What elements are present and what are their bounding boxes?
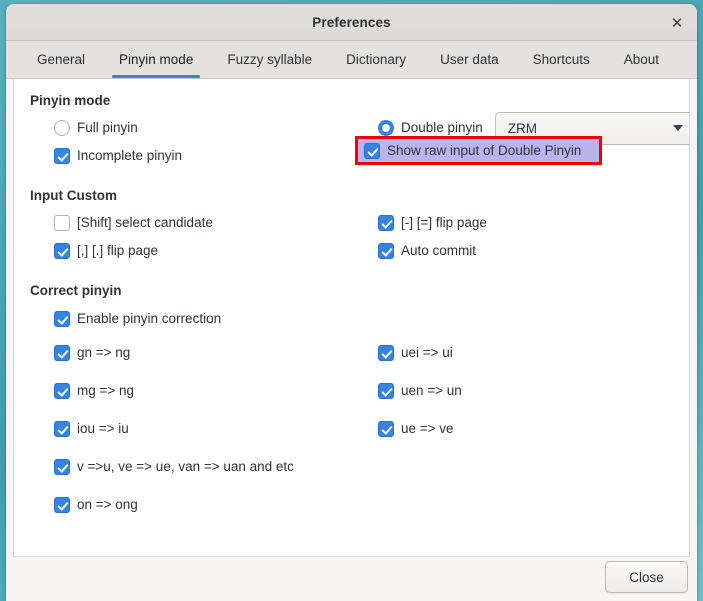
dialog-footer: Close — [6, 557, 697, 601]
tab-user-data[interactable]: User data — [423, 41, 516, 78]
label-minus-equals-flip-page: [-] [=] flip page — [401, 215, 487, 231]
row-auto-commit: Auto commit — [378, 237, 673, 265]
row-gn-ng: gn => ng — [30, 334, 378, 372]
checkbox-minus-equals-flip-page[interactable] — [378, 215, 394, 231]
label-mg-to-ng: mg => ng — [77, 383, 135, 399]
window-title: Preferences — [312, 14, 391, 30]
option-incomplete-pinyin[interactable]: Incomplete pinyin — [54, 148, 182, 164]
label-incomplete-pinyin: Incomplete pinyin — [77, 148, 183, 164]
row-comma-period-flip-page: [,] [.] flip page — [30, 237, 378, 265]
option-minus-equals-flip-page[interactable]: [-] [=] flip page — [378, 215, 487, 231]
tab-pinyin-mode[interactable]: Pinyin mode — [102, 41, 210, 78]
label-show-raw-input: Show raw input of Double Pinyin — [387, 142, 582, 158]
row-shift-select-candidate: [Shift] select candidate — [30, 209, 378, 237]
row-iou-iu: iou => iu — [30, 410, 378, 448]
preferences-window: Preferences ✕ General Pinyin mode Fuzzy … — [6, 4, 697, 601]
close-icon[interactable]: ✕ — [665, 11, 689, 35]
content-wrapper: Pinyin mode Full pinyin Incomplete pinyi… — [6, 79, 697, 557]
row-uei-ui: uei => ui — [378, 334, 673, 372]
checkbox-incomplete-pinyin[interactable] — [54, 148, 70, 164]
tab-shortcuts[interactable]: Shortcuts — [516, 41, 607, 78]
option-auto-commit[interactable]: Auto commit — [378, 243, 476, 259]
option-shift-select-candidate[interactable]: [Shift] select candidate — [54, 215, 213, 231]
checkbox-mg-to-ng[interactable] — [54, 383, 70, 399]
tab-dictionary[interactable]: Dictionary — [329, 41, 423, 78]
radio-full-pinyin[interactable] — [54, 120, 70, 136]
checkbox-comma-period-flip-page[interactable] — [54, 243, 70, 259]
option-gn-to-ng[interactable]: gn => ng — [54, 345, 130, 361]
row-enable-pinyin-correction: Enable pinyin correction — [30, 304, 673, 334]
label-comma-period-flip-page: [,] [.] flip page — [77, 243, 159, 259]
option-full-pinyin[interactable]: Full pinyin — [54, 120, 138, 136]
label-iou-to-iu: iou => iu — [77, 421, 129, 437]
section-title-correct-pinyin: Correct pinyin — [30, 283, 122, 298]
row-minus-equals-flip-page: [-] [=] flip page — [378, 209, 673, 237]
checkbox-auto-commit[interactable] — [378, 243, 394, 259]
label-uei-to-ui: uei => ui — [401, 345, 453, 361]
pinyin-mode-panel: Pinyin mode Full pinyin Incomplete pinyi… — [13, 79, 690, 557]
checkbox-uei-to-ui[interactable] — [378, 345, 394, 361]
option-enable-pinyin-correction[interactable]: Enable pinyin correction — [54, 311, 221, 327]
section-title-pinyin-mode: Pinyin mode — [30, 93, 111, 108]
row-mg-ng: mg => ng — [30, 372, 378, 410]
option-show-raw-input-inner[interactable]: Show raw input of Double Pinyin — [364, 142, 582, 159]
option-uen-to-un[interactable]: uen => un — [378, 383, 462, 399]
option-iou-to-iu[interactable]: iou => iu — [54, 421, 129, 437]
option-comma-period-flip-page[interactable]: [,] [.] flip page — [54, 243, 158, 259]
checkbox-show-raw-input[interactable] — [364, 142, 380, 159]
title-bar: Preferences ✕ — [6, 4, 697, 41]
option-v-to-u[interactable]: v =>u, ve => ue, van => uan and etc — [54, 459, 294, 475]
checkbox-uen-to-un[interactable] — [378, 383, 394, 399]
label-gn-to-ng: gn => ng — [77, 345, 131, 361]
close-button[interactable]: Close — [605, 561, 688, 593]
tab-fuzzy-syllable[interactable]: Fuzzy syllable — [210, 41, 329, 78]
checkbox-v-to-u[interactable] — [54, 459, 70, 475]
tab-about[interactable]: About — [607, 41, 676, 78]
label-on-to-ong: on => ong — [77, 497, 138, 513]
double-pinyin-scheme-value: ZRM — [507, 120, 538, 136]
option-mg-to-ng[interactable]: mg => ng — [54, 383, 134, 399]
row-on-ong: on => ong — [30, 486, 378, 524]
radio-double-pinyin[interactable] — [378, 120, 394, 136]
section-title-input-custom: Input Custom — [30, 188, 117, 203]
label-shift-select-candidate: [Shift] select candidate — [77, 215, 213, 231]
option-double-pinyin[interactable]: Double pinyin — [378, 120, 483, 136]
checkbox-iou-to-iu[interactable] — [54, 421, 70, 437]
label-enable-pinyin-correction: Enable pinyin correction — [77, 311, 222, 327]
option-show-raw-input-of-double-pinyin[interactable]: Show raw input of Double Pinyin — [355, 136, 602, 165]
label-v-to-u: v =>u, ve => ue, van => uan and etc — [77, 459, 294, 475]
checkbox-shift-select-candidate[interactable] — [54, 215, 70, 231]
row-uen-un: uen => un — [378, 372, 673, 410]
row-incomplete-pinyin: Incomplete pinyin — [30, 142, 378, 170]
option-uei-to-ui[interactable]: uei => ui — [378, 345, 453, 361]
section-correct-pinyin: Correct pinyin Enable pinyin correction … — [30, 283, 673, 524]
option-ue-to-ve[interactable]: ue => ve — [378, 421, 454, 437]
label-auto-commit: Auto commit — [401, 243, 477, 259]
option-on-to-ong[interactable]: on => ong — [54, 497, 138, 513]
label-full-pinyin: Full pinyin — [77, 120, 138, 136]
tab-general[interactable]: General — [20, 41, 102, 78]
checkbox-gn-to-ng[interactable] — [54, 345, 70, 361]
label-ue-to-ve: ue => ve — [401, 421, 454, 437]
chevron-down-icon — [672, 125, 683, 131]
checkbox-on-to-ong[interactable] — [54, 497, 70, 513]
row-full-pinyin: Full pinyin — [30, 114, 378, 142]
section-input-custom: Input Custom [Shift] select candidate [,… — [30, 188, 673, 265]
row-ue-ve: ue => ve — [378, 410, 673, 448]
label-double-pinyin: Double pinyin — [401, 120, 483, 136]
checkbox-enable-pinyin-correction[interactable] — [54, 311, 70, 327]
row-v-to-u: v =>u, ve => ue, van => uan and etc — [30, 448, 378, 486]
tab-bar: General Pinyin mode Fuzzy syllable Dicti… — [6, 41, 697, 79]
label-uen-to-un: uen => un — [401, 383, 462, 399]
checkbox-ue-to-ve[interactable] — [378, 421, 394, 437]
